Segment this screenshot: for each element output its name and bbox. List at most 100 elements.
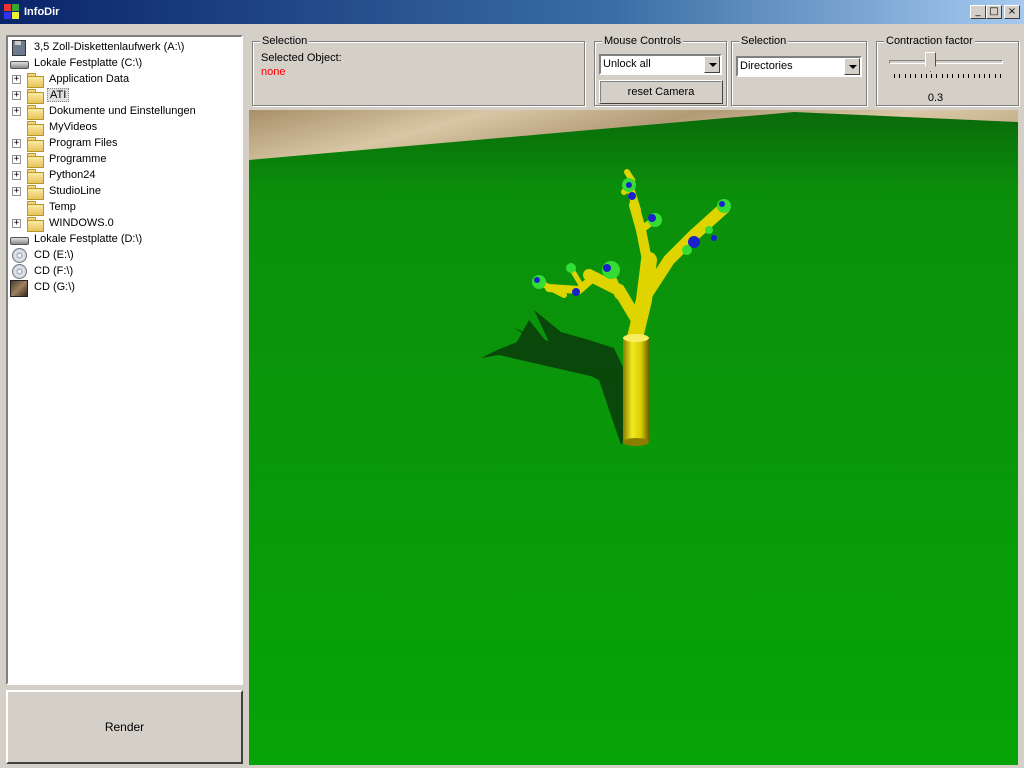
close-button[interactable]: × <box>1004 5 1020 19</box>
tree-item[interactable]: + Python24 <box>12 167 97 184</box>
tree-item[interactable]: + StudioLine <box>12 183 103 200</box>
tree-item-label: CD (G:\) <box>34 281 75 293</box>
contraction-factor-title: Contraction factor <box>884 35 975 47</box>
tree-item-label: Application Data <box>49 73 130 85</box>
render-button[interactable]: Render <box>6 690 243 764</box>
tree-item-label: MyVideos <box>49 121 98 133</box>
slider-tick <box>984 74 986 78</box>
contraction-slider-track[interactable] <box>889 60 1003 64</box>
slider-tick <box>978 74 980 78</box>
tree-item[interactable]: + Programme <box>12 151 108 168</box>
tree-item[interactable]: CD (E:\) <box>10 247 76 263</box>
folder-icon <box>27 88 44 104</box>
folder-icon <box>27 120 44 136</box>
tree-trunk <box>623 334 649 446</box>
tree-item[interactable]: 3,5 Zoll-Diskettenlaufwerk (A:\) <box>10 39 186 56</box>
folder-icon <box>27 200 44 216</box>
mouse-controls-group: Mouse Controls Unlock all reset Camera <box>594 35 727 106</box>
tree-item-label: WINDOWS.0 <box>49 217 114 229</box>
selection-info-title: Selection <box>260 35 310 47</box>
folder-icon <box>27 136 44 152</box>
folder-icon <box>27 152 44 168</box>
folder-icon <box>27 184 44 200</box>
expand-icon[interactable]: + <box>12 186 21 196</box>
title-bar[interactable]: InfoDir _ □ × <box>0 0 1024 24</box>
tree-item-label: Dokumente und Einstellungen <box>49 105 196 117</box>
floppy-drive-icon <box>10 40 28 56</box>
expand-icon[interactable]: + <box>12 106 21 116</box>
slider-tick <box>994 74 996 78</box>
tree-item-label: Program Files <box>49 137 118 149</box>
slider-tick <box>973 74 975 78</box>
selection-filter-group: Selection Directories <box>731 35 867 106</box>
slider-tick <box>1000 74 1001 78</box>
tree-item-label: StudioLine <box>49 185 101 197</box>
slider-tick <box>962 74 964 78</box>
contraction-value: 0.3 <box>927 92 944 104</box>
expand-icon[interactable]: + <box>12 170 21 180</box>
scene-canvas[interactable] <box>249 110 1018 765</box>
tree-item-label: Lokale Festplatte (C:\) <box>34 57 143 69</box>
mouse-controls-title: Mouse Controls <box>602 35 684 47</box>
expand-icon[interactable]: + <box>12 218 21 228</box>
minimize-button[interactable]: _ <box>970 5 986 19</box>
hard-drive-icon <box>10 56 29 70</box>
expand-icon[interactable]: + <box>12 154 21 164</box>
folder-icon <box>27 168 44 184</box>
slider-tick <box>941 74 943 78</box>
selected-object-value: none <box>261 66 286 78</box>
expand-icon[interactable]: + <box>12 90 21 100</box>
tree-item[interactable]: Lokale Festplatte (D:\) <box>10 231 144 247</box>
tree-item-label: Programme <box>49 153 107 165</box>
slider-tick <box>952 74 954 78</box>
tree-item[interactable]: + ATI <box>12 87 70 104</box>
cd-drive-icon <box>10 264 28 279</box>
contraction-factor-group: Contraction factor 0.3 <box>876 35 1019 106</box>
chevron-down-icon[interactable] <box>844 58 860 75</box>
tree-item-label: Python24 <box>49 169 96 181</box>
cd-drive-icon <box>10 248 28 263</box>
window-title: InfoDir <box>24 6 60 18</box>
tree-item[interactable]: Lokale Festplatte (C:\) <box>10 55 144 71</box>
expand-icon[interactable]: + <box>12 138 21 148</box>
reset-camera-button[interactable]: reset Camera <box>599 80 723 104</box>
slider-tick <box>915 74 917 78</box>
tree-item[interactable]: + WINDOWS.0 <box>12 215 116 232</box>
tree-item[interactable]: + Dokumente und Einstellungen <box>12 103 198 120</box>
slider-tick <box>920 74 922 78</box>
mouse-controls-combo[interactable]: Unlock all <box>599 54 722 75</box>
maximize-button[interactable]: □ <box>986 5 1002 19</box>
slider-tick <box>894 74 895 78</box>
tree-item-label: ATI <box>47 88 70 102</box>
slider-tick <box>899 74 901 78</box>
slider-tick <box>989 74 991 78</box>
slider-tick <box>947 74 948 78</box>
tree-item-label: CD (F:\) <box>34 265 74 277</box>
tree-item[interactable]: CD (G:\) <box>10 279 77 297</box>
tree-item-label: Temp <box>49 201 76 213</box>
folder-icon <box>27 216 44 232</box>
tree-item[interactable]: Temp <box>12 199 78 216</box>
tree-item[interactable]: CD (F:\) <box>10 263 75 279</box>
3d-viewport[interactable] <box>249 110 1018 765</box>
directory-tree[interactable]: 3,5 Zoll-Diskettenlaufwerk (A:\) Lokale F… <box>6 35 243 685</box>
tree-item[interactable]: + Application Data <box>12 71 131 88</box>
slider-tick <box>931 74 933 78</box>
selected-object-label: Selected Object: <box>261 52 342 64</box>
selection-filter-combo[interactable]: Directories <box>736 56 862 77</box>
slider-tick <box>925 74 927 78</box>
tree-item[interactable]: MyVideos <box>12 119 99 136</box>
tree-item-label: CD (E:\) <box>34 249 74 261</box>
cd-drive-icon <box>10 280 28 297</box>
selection-filter-combo-value: Directories <box>740 60 793 72</box>
contraction-slider-thumb[interactable] <box>924 52 936 72</box>
hard-drive-icon <box>10 232 29 246</box>
slider-tick <box>904 74 906 78</box>
selection-info-group: Selection Selected Object: none <box>252 35 585 106</box>
slider-tick <box>936 74 938 78</box>
mouse-controls-combo-value: Unlock all <box>603 58 651 70</box>
tree-item[interactable]: + Program Files <box>12 135 119 152</box>
tree-item-label: 3,5 Zoll-Diskettenlaufwerk (A:\) <box>34 41 185 53</box>
chevron-down-icon[interactable] <box>704 56 720 73</box>
expand-icon[interactable]: + <box>12 74 21 84</box>
